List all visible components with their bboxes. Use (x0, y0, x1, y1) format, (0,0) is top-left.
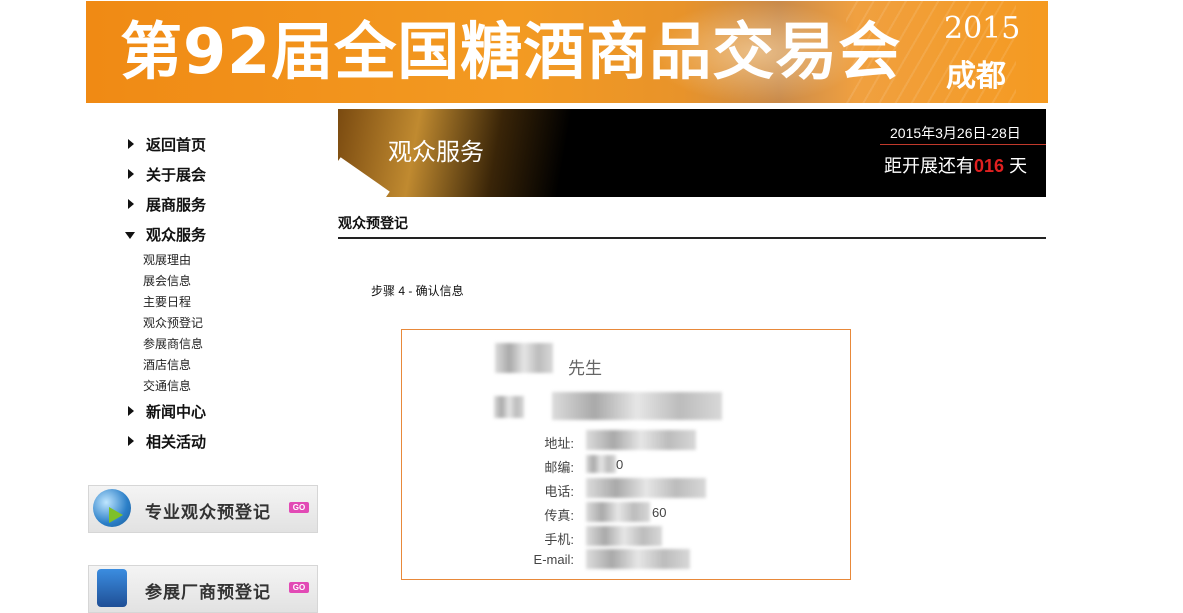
email-label: E-mail: (533, 552, 574, 567)
subnav-item-fair-info[interactable]: 展会信息 (143, 272, 191, 289)
globe-icon (93, 489, 131, 527)
sidebar-item-news[interactable]: 新闻中心 (128, 401, 206, 422)
countdown-prefix: 距开展还有 (884, 156, 974, 176)
confirmation-card: 先生 地址: 邮编: 0 电话: 传真: 60 手机: E-mail: (401, 329, 851, 580)
go-badge: GO (289, 582, 309, 593)
redacted-mobile (586, 526, 662, 546)
page-title: 观众预登记 (338, 215, 408, 231)
subnav-item-transport-info[interactable]: 交通信息 (143, 377, 191, 394)
redacted-name (495, 343, 553, 373)
redacted-email (586, 549, 690, 569)
visitor-preregistration-promo[interactable]: 专业观众预登记 GO (88, 485, 318, 533)
banner-title: 第92届全国糖酒商品交易会 (120, 15, 902, 88)
fax-value: 60 (652, 505, 667, 520)
go-badge: GO (289, 502, 309, 513)
name-suffix: 先生 (568, 359, 602, 378)
redacted-company (494, 396, 524, 418)
redacted-phone (586, 478, 706, 498)
phone-label: 电话: (544, 484, 574, 499)
sidebar-item-visitor-services[interactable]: 观众服务 (125, 224, 207, 245)
sidebar-item-label: 返回首页 (146, 137, 207, 154)
sidebar-item-label: 相关活动 (146, 434, 207, 451)
subnav-item-visitor-preregistration[interactable]: 观众预登记 (143, 314, 203, 331)
sidebar-item-label: 新闻中心 (146, 404, 207, 421)
hero-title: 观众服务 (388, 139, 484, 166)
sidebar-item-events[interactable]: 相关活动 (128, 431, 206, 452)
banner-city: 成都 (946, 59, 1006, 94)
sidebar-item-label: 观众服务 (146, 227, 207, 244)
sidebar-item-home[interactable]: 返回首页 (128, 134, 206, 155)
banner-year: 2015 (944, 11, 1021, 46)
header-banner: 第92届全国糖酒商品交易会 2015 成都 (86, 1, 1048, 103)
caret-right-icon (128, 436, 134, 447)
countdown-days: 016 (974, 156, 1005, 176)
redacted-company (552, 392, 722, 420)
postcode-value: 0 (616, 457, 624, 472)
sidebar-item-exhibitor-services[interactable]: 展商服务 (128, 194, 206, 215)
redacted-postcode (586, 455, 616, 473)
caret-down-icon (125, 231, 135, 239)
exhibitor-preregistration-promo[interactable]: 参展厂商预登记 GO (88, 565, 318, 613)
caret-right-icon (128, 199, 134, 210)
countdown: 距开展还有016 天 (884, 152, 1027, 178)
phone-icon (97, 569, 127, 607)
section-hero: 观众服务 2015年3月26日-28日 距开展还有016 天 (338, 109, 1046, 197)
subnav-item-reasons[interactable]: 观展理由 (143, 251, 191, 268)
countdown-suffix: 天 (1009, 156, 1028, 176)
sidebar-item-label: 展商服务 (146, 197, 207, 214)
subnav-item-schedule[interactable]: 主要日程 (143, 293, 191, 310)
hero-divider (880, 144, 1046, 145)
redacted-fax (586, 502, 650, 522)
hero-date-range: 2015年3月26日-28日 (890, 125, 1021, 141)
caret-right-icon (128, 169, 134, 180)
subnav-item-exhibitor-info[interactable]: 参展商信息 (143, 335, 203, 352)
sidebar-item-about[interactable]: 关于展会 (128, 164, 206, 185)
address-label: 地址: (544, 436, 574, 451)
postcode-label: 邮编: (544, 460, 574, 475)
step-indicator: 步骤 4 - 确认信息 (371, 284, 464, 298)
caret-right-icon (128, 406, 134, 417)
subnav-item-hotel-info[interactable]: 酒店信息 (143, 356, 191, 373)
fax-label: 传真: (544, 508, 574, 523)
mobile-label: 手机: (544, 532, 574, 547)
promo-label: 参展厂商预登记 (145, 583, 271, 602)
redacted-address (586, 430, 696, 450)
sidebar-item-label: 关于展会 (146, 167, 207, 184)
promo-label: 专业观众预登记 (145, 503, 271, 522)
title-divider (338, 237, 1046, 239)
caret-right-icon (128, 139, 134, 150)
